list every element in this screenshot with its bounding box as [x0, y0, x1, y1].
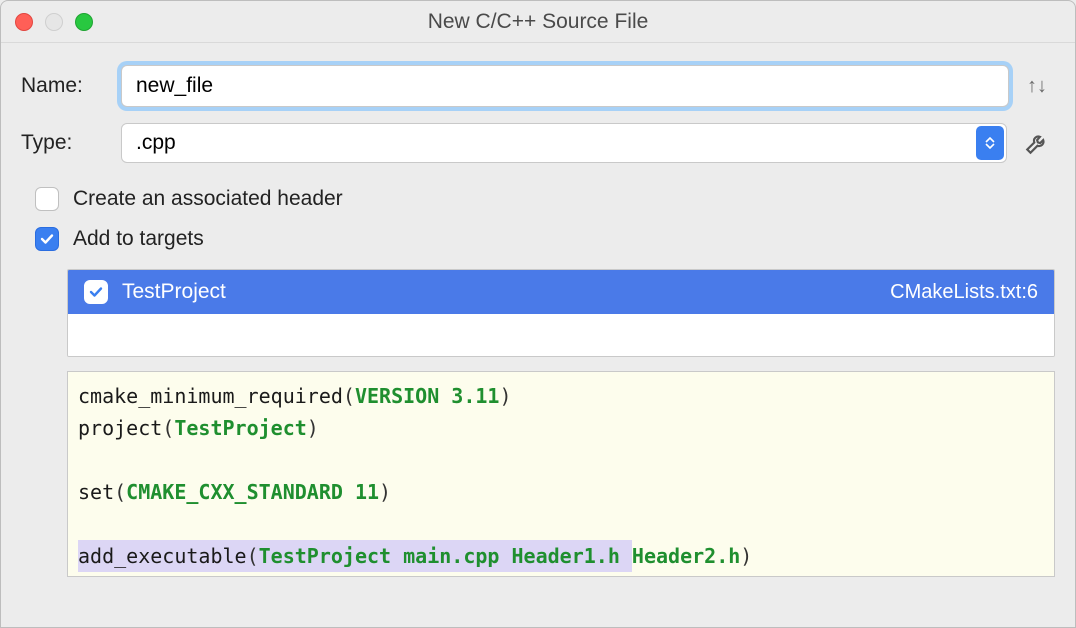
code-arg: CMAKE_CXX_STANDARD 11	[126, 480, 379, 504]
add-targets-checkbox[interactable]	[35, 227, 59, 251]
name-input[interactable]	[121, 65, 1009, 107]
create-header-checkbox[interactable]	[35, 187, 59, 211]
code-fn: set	[78, 480, 114, 504]
code-arg: Header2.h	[632, 544, 740, 568]
create-header-label: Create an associated header	[73, 187, 343, 211]
add-targets-row[interactable]: Add to targets	[35, 227, 1055, 251]
settings-wrench-icon[interactable]	[1019, 130, 1055, 156]
create-header-row[interactable]: Create an associated header	[35, 187, 1055, 211]
code-fn: add_executable	[78, 544, 247, 568]
code-fn: project	[78, 416, 162, 440]
dialog-window: New C/C++ Source File Name: ↑↓ Type: .cp…	[0, 0, 1076, 628]
targets-list: TestProject CMakeLists.txt:6	[67, 269, 1055, 357]
code-preview: cmake_minimum_required(VERSION 3.11) pro…	[67, 371, 1055, 577]
type-select[interactable]: .cpp	[121, 123, 1007, 163]
select-arrows-icon	[976, 126, 1004, 160]
dialog-body: Name: ↑↓ Type: .cpp Create an associated…	[1, 43, 1075, 627]
window-title: New C/C++ Source File	[1, 10, 1075, 34]
name-row: Name: ↑↓	[21, 65, 1055, 107]
target-row[interactable]: TestProject CMakeLists.txt:6	[68, 270, 1054, 314]
code-fn: cmake_minimum_required	[78, 384, 343, 408]
code-arg: TestProject	[174, 416, 306, 440]
name-label: Name:	[21, 74, 121, 98]
type-label: Type:	[21, 131, 121, 155]
target-blank-row	[68, 314, 1054, 356]
add-targets-label: Add to targets	[73, 227, 204, 251]
target-checkbox[interactable]	[84, 280, 108, 304]
target-name: TestProject	[122, 280, 890, 304]
code-arg: TestProject main.cpp Header1.h	[259, 544, 632, 568]
sort-toggle-icon[interactable]: ↑↓	[1019, 80, 1055, 92]
type-value: .cpp	[136, 131, 176, 155]
type-row: Type: .cpp	[21, 123, 1055, 163]
code-arg: VERSION 3.11	[355, 384, 500, 408]
target-file: CMakeLists.txt:6	[890, 281, 1038, 304]
code-highlight: add_executable(TestProject main.cpp Head…	[78, 540, 632, 572]
titlebar: New C/C++ Source File	[1, 1, 1075, 43]
